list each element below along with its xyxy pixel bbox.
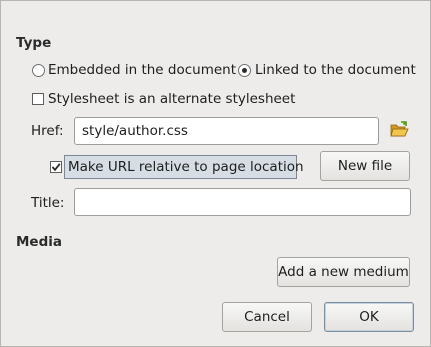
relative-url-label: Make URL relative to page location (68, 159, 304, 175)
radio-linked[interactable]: Linked to the document (237, 61, 417, 81)
folder-open-icon[interactable] (390, 121, 410, 139)
add-medium-button[interactable]: Add a new medium (277, 257, 410, 287)
relative-url-checkbox[interactable]: Make URL relative to page location (49, 158, 304, 178)
title-label: Title: (31, 195, 65, 211)
radio-embedded-label: Embedded in the document (48, 62, 237, 78)
relative-url-box[interactable] (50, 161, 62, 173)
href-input[interactable]: style/author.css (74, 117, 379, 145)
alternate-stylesheet-label: Stylesheet is an alternate stylesheet (48, 91, 296, 107)
radio-linked-label: Linked to the document (255, 62, 416, 78)
media-section-title: Media (16, 234, 62, 250)
new-file-button[interactable]: New file (320, 151, 410, 181)
href-label: Href: (31, 123, 64, 139)
type-section-title: Type (16, 35, 52, 51)
cancel-button[interactable]: Cancel (222, 302, 312, 332)
title-input[interactable] (74, 188, 411, 216)
radio-embedded-indicator[interactable] (32, 64, 45, 77)
radio-embedded[interactable]: Embedded in the document (31, 61, 236, 81)
alternate-stylesheet-checkbox[interactable]: Stylesheet is an alternate stylesheet (31, 90, 301, 110)
radio-linked-indicator[interactable] (238, 64, 251, 77)
alternate-stylesheet-box[interactable] (32, 93, 44, 105)
ok-button[interactable]: OK (324, 302, 414, 332)
stylesheet-dialog: Type Embedded in the document Linked to … (0, 0, 431, 347)
